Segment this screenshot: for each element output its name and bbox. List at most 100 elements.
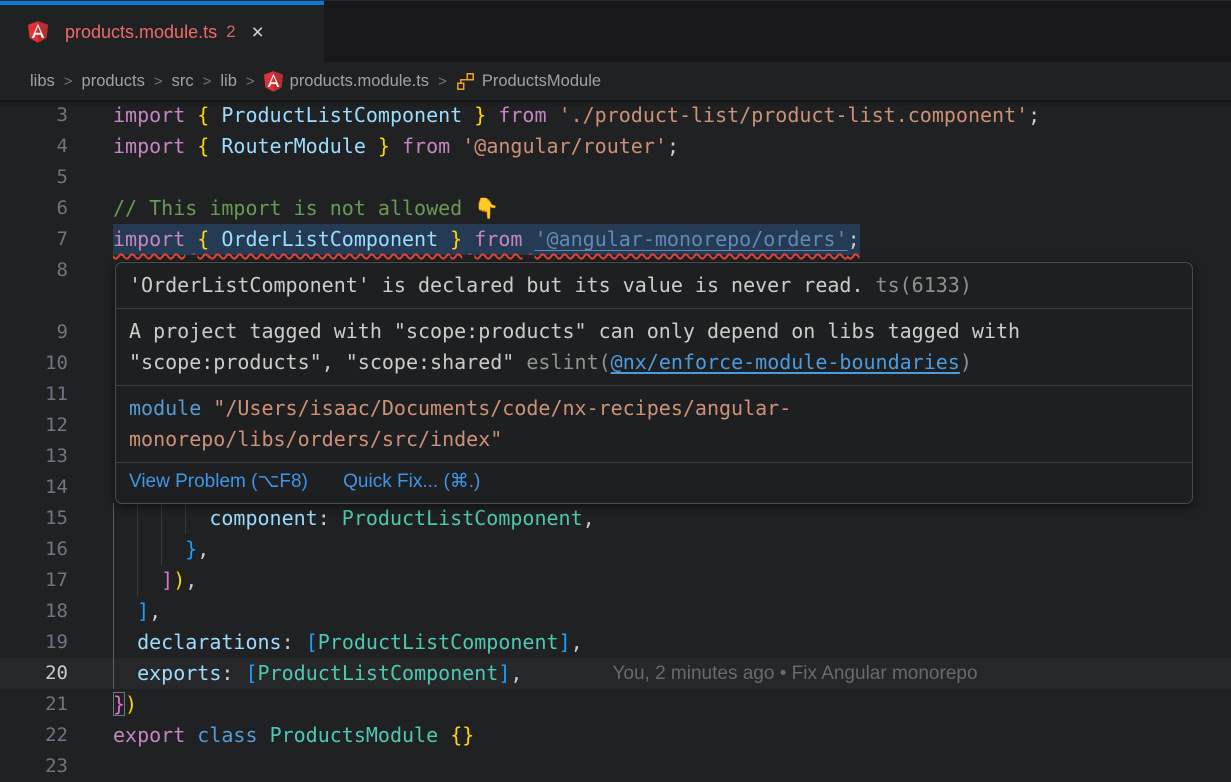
tab-problem-badge: 2: [226, 22, 235, 42]
line-number[interactable]: 15: [0, 503, 68, 534]
code-token: [522, 227, 534, 251]
quick-fix-action[interactable]: Quick Fix... (⌘.): [343, 471, 480, 492]
indent-guide: [113, 503, 114, 534]
code-token: './product-list/product-list.component': [559, 103, 1029, 127]
hover-ts-message: 'OrderListComponent' is declared but its…: [129, 273, 864, 297]
indent-guide: [113, 534, 114, 565]
line-number[interactable]: 4: [0, 131, 68, 162]
breadcrumb-item-src[interactable]: src: [172, 72, 194, 91]
line-number[interactable]: 14: [0, 472, 68, 503]
line-number[interactable]: 22: [0, 720, 68, 751]
indent-guide: [161, 503, 162, 534]
code-line[interactable]: import { OrderListComponent } from '@ang…: [113, 224, 860, 255]
line-number[interactable]: 17: [0, 565, 68, 596]
hover-ts-source: ts(6133): [864, 273, 972, 297]
code-token: ]: [559, 630, 571, 654]
breadcrumb-label: src: [172, 72, 194, 91]
breadcrumb-item-libs[interactable]: libs: [30, 72, 55, 91]
close-icon[interactable]: ×: [252, 22, 264, 43]
code-token: {: [197, 103, 209, 127]
code-line[interactable]: export class ProductsModule {}: [113, 720, 474, 751]
code-token: ,: [185, 568, 197, 592]
code-token: '@angular-monorepo/orders': [534, 227, 847, 251]
line-number[interactable]: 19: [0, 627, 68, 658]
code-token: ProductListComponent: [209, 103, 474, 127]
code-line[interactable]: import { RouterModule } from '@angular/r…: [113, 131, 679, 162]
code-token: import: [113, 103, 185, 127]
code-token: }: [378, 134, 390, 158]
line-number[interactable]: 18: [0, 596, 68, 627]
code-token: ProductListComponent: [318, 630, 559, 654]
breadcrumb-label: ProductsModule: [482, 72, 601, 91]
eslint-rule-link[interactable]: @nx/enforce-module-boundaries: [611, 350, 960, 374]
breadcrumb-item-productsmodule[interactable]: ProductsModule: [456, 72, 601, 91]
view-problem-action[interactable]: View Problem (⌥F8): [129, 471, 308, 492]
line-number[interactable]: 7: [0, 224, 68, 255]
tab-bar: products.module.ts 2 ×: [0, 0, 1231, 62]
code-token: component: [209, 506, 317, 530]
hover-module-info: module "/Users/isaac/Documents/code/nx-r…: [116, 385, 1192, 462]
line-number[interactable]: 10: [0, 348, 68, 379]
code-line[interactable]: import { ProductListComponent } from './…: [113, 100, 1040, 131]
breadcrumb-label: lib: [220, 72, 237, 91]
line-number[interactable]: 8: [0, 255, 68, 286]
tab-products-module[interactable]: products.module.ts 2 ×: [0, 1, 324, 63]
code-row: 16 },: [0, 534, 1231, 565]
line-number[interactable]: 13: [0, 441, 68, 472]
line-number[interactable]: 21: [0, 689, 68, 720]
code-token: [113, 661, 137, 685]
line-number[interactable]: 20: [0, 658, 68, 689]
active-tab-accent: [0, 1, 324, 5]
indent-guide: [113, 627, 114, 658]
indent-guide: [137, 565, 138, 596]
code-token: [185, 134, 197, 158]
code-token: [258, 723, 270, 747]
code-line[interactable]: exports: [ProductListComponent],: [113, 658, 522, 689]
breadcrumb-separator: >: [64, 73, 73, 90]
code-line[interactable]: }): [113, 689, 137, 720]
code-token: ProductListComponent: [258, 661, 499, 685]
breadcrumb-label: libs: [30, 72, 55, 91]
breadcrumb-separator: >: [154, 73, 163, 90]
code-token: declarations: [137, 630, 282, 654]
code-line[interactable]: ],: [113, 596, 161, 627]
code-token: [547, 103, 559, 127]
code-token: from: [474, 227, 522, 251]
code-token: {}: [450, 723, 474, 747]
line-number[interactable]: 16: [0, 534, 68, 565]
line-number[interactable]: 6: [0, 193, 68, 224]
line-number[interactable]: 3: [0, 100, 68, 131]
breadcrumb-item-products[interactable]: products: [82, 72, 145, 91]
code-token: import: [113, 227, 185, 251]
code-row: 7 import { OrderListComponent } from '@an…: [0, 224, 1231, 255]
tab-title: products.module.ts: [65, 22, 217, 43]
hover-eslint-source-open: eslint(: [526, 350, 610, 374]
code-line[interactable]: ]),: [113, 565, 197, 596]
hover-eslint-line1: A project tagged with "scope:products" c…: [129, 319, 1020, 343]
code-row: 5: [0, 162, 1231, 193]
code-token: from: [402, 134, 450, 158]
code-token: ,: [149, 599, 161, 623]
code-token: [: [306, 630, 318, 654]
code-token: :: [221, 661, 245, 685]
code-line[interactable]: declarations: [ProductListComponent],: [113, 627, 583, 658]
code-token: // This import is not allowed 👇: [113, 196, 499, 220]
hover-eslint-line2: "scope:products", "scope:shared": [129, 350, 526, 374]
code-editor[interactable]: 3 import { ProductListComponent } from '.…: [0, 100, 1231, 780]
code-row: 22 export class ProductsModule {}: [0, 720, 1231, 751]
breadcrumb: libs>products>src>lib>products.module.ts…: [0, 62, 1231, 100]
angular-icon: [264, 71, 283, 92]
breadcrumb-item-lib[interactable]: lib: [220, 72, 237, 91]
line-number[interactable]: 9: [0, 317, 68, 348]
code-token: ]: [161, 568, 173, 592]
line-number[interactable]: 11: [0, 379, 68, 410]
line-number[interactable]: 23: [0, 751, 68, 782]
line-number[interactable]: 5: [0, 162, 68, 193]
code-token: }: [113, 692, 125, 716]
breadcrumb-item-products-module-ts[interactable]: products.module.ts: [264, 71, 429, 92]
line-number[interactable]: 12: [0, 410, 68, 441]
code-line[interactable]: // This import is not allowed 👇: [113, 193, 499, 224]
code-token: [486, 103, 498, 127]
code-token: ;: [1028, 103, 1040, 127]
code-token: }: [450, 227, 462, 251]
